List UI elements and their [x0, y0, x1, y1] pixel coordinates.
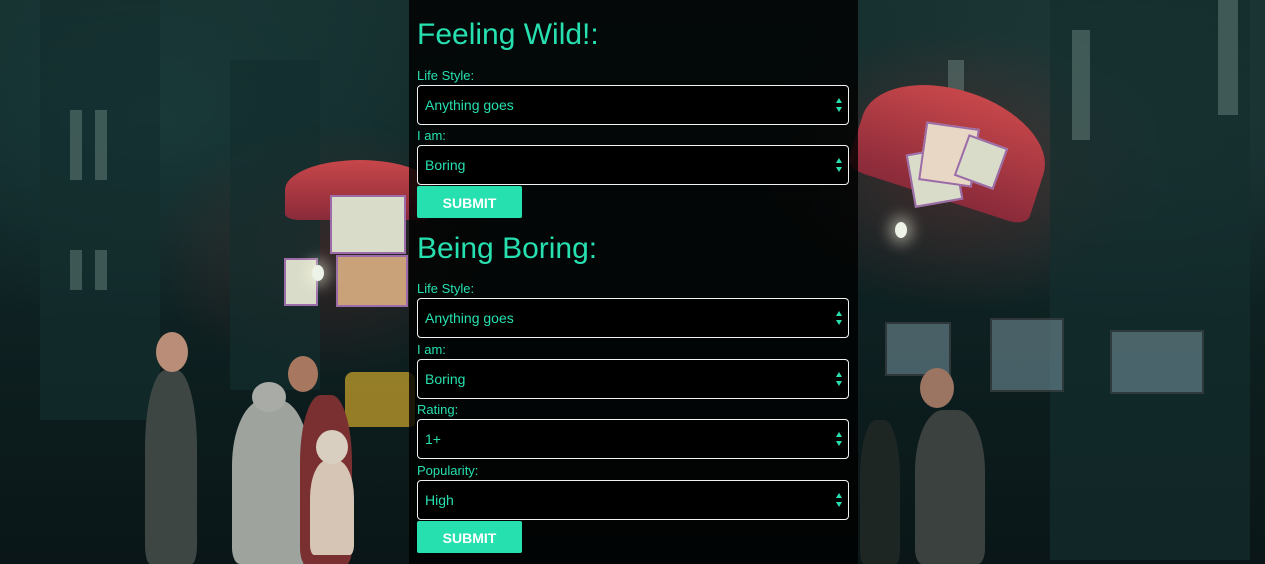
select-arrows-icon: [836, 98, 844, 114]
background-taxi: [345, 372, 415, 427]
background-building: [230, 60, 320, 390]
background-window: [70, 110, 82, 180]
form-panel: Feeling Wild!: Life Style: Anything goes…: [409, 0, 858, 564]
background-person: [310, 460, 354, 555]
background-person-head: [920, 368, 954, 408]
wild-section-title: Feeling Wild!:: [417, 18, 599, 51]
select-arrows-icon: [836, 311, 844, 327]
wild-iam-label: I am:: [417, 128, 446, 143]
background-person-head: [252, 382, 286, 412]
background-window: [1072, 30, 1090, 140]
background-person: [232, 400, 310, 564]
background-building: [40, 0, 160, 420]
boring-iam-value: Boring: [425, 371, 466, 387]
background-person: [145, 370, 197, 564]
background-person-head: [156, 332, 188, 372]
boring-section-title: Being Boring:: [417, 232, 598, 265]
select-arrows-icon: [836, 493, 844, 509]
boring-rating-select[interactable]: 1+: [417, 419, 849, 459]
boring-lifestyle-value: Anything goes: [425, 310, 514, 326]
boring-iam-select[interactable]: Boring: [417, 359, 849, 399]
background-window: [95, 250, 107, 290]
boring-submit-button[interactable]: SUBMIT: [417, 521, 522, 553]
background-person-head: [316, 430, 348, 464]
background-cart-sign: [330, 195, 406, 254]
select-arrows-icon: [836, 432, 844, 448]
background-window: [70, 250, 82, 290]
background-shop-window: [990, 318, 1064, 392]
background-person-head: [288, 356, 318, 392]
background-person: [860, 420, 900, 564]
boring-rating-label: Rating:: [417, 402, 459, 417]
wild-submit-button[interactable]: SUBMIT: [417, 186, 522, 218]
wild-lifestyle-select[interactable]: Anything goes: [417, 85, 849, 125]
wild-lifestyle-value: Anything goes: [425, 97, 514, 113]
boring-popularity-select[interactable]: High: [417, 480, 849, 520]
boring-popularity-label: Popularity:: [417, 463, 479, 478]
wild-lifestyle-label: Life Style:: [417, 68, 475, 83]
background-cart-sign: [284, 258, 318, 306]
wild-iam-select[interactable]: Boring: [417, 145, 849, 185]
background-window: [1218, 0, 1238, 115]
boring-iam-label: I am:: [417, 342, 446, 357]
background-window: [95, 110, 107, 180]
select-arrows-icon: [836, 158, 844, 174]
boring-rating-value: 1+: [425, 431, 441, 447]
background-light-bulb: [895, 222, 907, 238]
wild-iam-value: Boring: [425, 157, 466, 173]
background-light-bulb: [312, 265, 324, 281]
background-person: [915, 410, 985, 564]
boring-lifestyle-label: Life Style:: [417, 281, 475, 296]
boring-popularity-value: High: [425, 492, 454, 508]
background-cart-sign: [336, 255, 408, 307]
background-shop-window: [1110, 330, 1204, 394]
select-arrows-icon: [836, 372, 844, 388]
boring-lifestyle-select[interactable]: Anything goes: [417, 298, 849, 338]
